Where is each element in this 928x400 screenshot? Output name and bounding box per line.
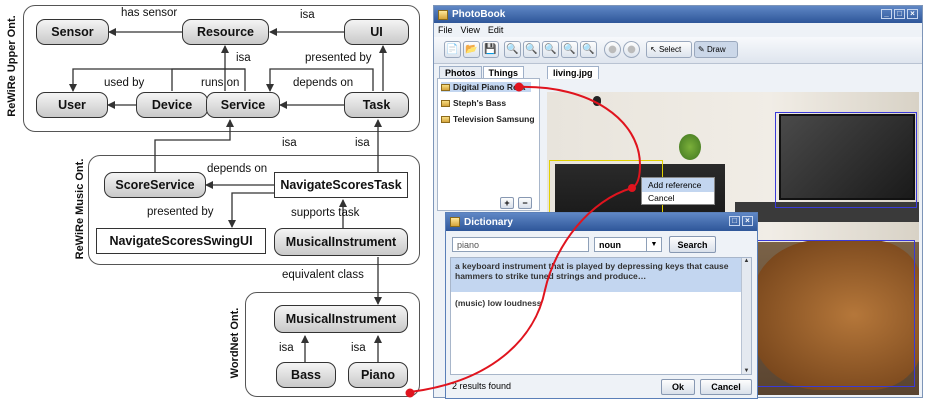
select-label: Select — [658, 45, 682, 54]
menu-item-cancel[interactable]: Cancel — [642, 192, 714, 204]
cancel-button[interactable]: Cancel — [700, 379, 752, 395]
folder-icon — [441, 83, 450, 91]
save-icon[interactable]: 💾 — [482, 41, 499, 58]
list-item[interactable]: Steph's Bass — [441, 98, 506, 108]
draw-tool-button[interactable]: ✎ Draw — [694, 41, 738, 58]
result-item[interactable]: a keyboard instrument that is played by … — [451, 258, 741, 292]
select-tool-button[interactable]: ↖ Select — [646, 41, 692, 58]
close-icon[interactable]: × — [907, 9, 918, 19]
dialog-maximize-icon[interactable]: □ — [729, 216, 740, 226]
results-scrollbar[interactable]: ▲ ▼ — [741, 258, 751, 374]
edge-label-has-sensor: has sensor — [121, 7, 178, 19]
node-ui: UI — [344, 19, 409, 45]
node-service: Service — [206, 92, 280, 118]
forward-icon[interactable]: ● — [623, 41, 640, 58]
cursor-icon: ↖ — [650, 45, 657, 54]
node-user: User — [36, 92, 108, 118]
open-folder-icon[interactable]: 📂 — [463, 41, 480, 58]
ontology-edges — [69, 28, 387, 362]
menubar: File View Edit — [434, 23, 922, 36]
edge-label-isa-ui: isa — [300, 9, 315, 21]
dictionary-title: Dictionary — [464, 216, 513, 228]
tv-annotation-box[interactable] — [775, 112, 917, 208]
node-resource: Resource — [182, 19, 269, 45]
node-sensor: Sensor — [36, 19, 109, 45]
maximize-icon[interactable]: □ — [894, 9, 905, 19]
list-item[interactable]: Television Samsung — [441, 114, 535, 124]
edge-label-presented-by-music: presented by — [147, 206, 214, 218]
context-menu: Add reference Cancel — [641, 177, 715, 205]
back-icon[interactable]: ● — [604, 41, 621, 58]
dialog-close-icon[interactable]: × — [742, 216, 753, 226]
edge-label-depends-on-upper: depends on — [293, 77, 354, 89]
menu-edit[interactable]: Edit — [488, 25, 504, 35]
results-list: a keyboard instrument that is played by … — [450, 257, 752, 375]
edge-label-isa-bass: isa — [279, 342, 294, 354]
pos-select[interactable]: noun ▼ — [594, 237, 662, 252]
node-bass: Bass — [276, 362, 336, 388]
edge-label-equivalent-class: equivalent class — [282, 269, 364, 281]
plant-shape — [679, 134, 701, 160]
ok-button[interactable]: Ok — [661, 379, 695, 395]
node-navigate-scores-swing-ui: NavigateScoresSwingUI — [96, 228, 266, 254]
zoom-out-icon[interactable]: 🔍 — [542, 41, 559, 58]
node-score-service: ScoreService — [104, 172, 206, 198]
edge-label-supports-task: supports task — [291, 207, 360, 219]
bass-annotation-box[interactable] — [753, 240, 915, 387]
edge-label-used-by: used by — [104, 77, 145, 89]
chevron-down-icon: ▼ — [646, 238, 661, 251]
dictionary-dialog: Dictionary □ × piano noun ▼ Search a key… — [445, 212, 758, 399]
remove-thing-button[interactable]: − — [518, 197, 532, 209]
menu-item-add-reference[interactable]: Add reference — [642, 178, 714, 192]
edge-label-isa-score-service: isa — [282, 137, 297, 149]
folder-icon — [441, 99, 450, 107]
list-item[interactable]: Digital Piano Rola — [441, 82, 532, 92]
search-input[interactable]: piano — [452, 237, 589, 252]
draw-label: Draw — [706, 45, 726, 54]
node-musical-instrument-music: MusicalInstrument — [274, 228, 408, 256]
node-musical-instrument-wordnet: MusicalInstrument — [274, 305, 408, 333]
folder-icon — [441, 115, 450, 123]
zoom-icon[interactable]: 🔍 — [504, 41, 521, 58]
status-text: 2 results found — [452, 381, 512, 391]
pencil-icon: ✎ — [698, 45, 705, 54]
photobook-title: PhotoBook — [452, 9, 506, 20]
edge-label-isa-service: isa — [236, 52, 251, 64]
search-button[interactable]: Search — [669, 236, 716, 253]
edge-label-isa-piano: isa — [351, 342, 366, 354]
edge-label-depends-on-music: depends on — [207, 163, 268, 175]
node-piano: Piano — [348, 362, 408, 388]
image-tabs: living.jpg — [547, 66, 600, 79]
add-thing-button[interactable]: + — [500, 197, 514, 209]
things-list: Digital Piano Rola Steph's Bass Televisi… — [437, 78, 540, 211]
scroll-down-icon[interactable]: ▼ — [742, 368, 751, 374]
new-file-icon[interactable]: 📄 — [444, 41, 461, 58]
node-navigate-scores-task: NavigateScoresTask — [274, 172, 408, 198]
result-item[interactable]: (music) low loudness — [455, 298, 541, 308]
zoom-actual-icon[interactable]: 🔍 — [580, 41, 597, 58]
node-device: Device — [136, 92, 208, 118]
zoom-in-icon[interactable]: 🔍 — [523, 41, 540, 58]
edge-label-runs-on: runs on — [201, 77, 240, 89]
photobook-app-icon — [438, 9, 448, 20]
menu-view[interactable]: View — [461, 25, 480, 35]
dictionary-titlebar[interactable]: Dictionary □ × — [446, 213, 757, 231]
minimize-icon[interactable]: _ — [881, 9, 892, 19]
edge-label-presented-by-upper: presented by — [305, 52, 372, 64]
lamp-shape — [593, 96, 601, 106]
menu-file[interactable]: File — [438, 25, 453, 35]
photobook-titlebar[interactable]: PhotoBook _ □ × — [434, 6, 922, 23]
toolbar: 📄 📂 💾 🔍 🔍 🔍 🔍 🔍 ● ● ↖ Select ✎ Draw — [434, 37, 922, 64]
zoom-fit-icon[interactable]: 🔍 — [561, 41, 578, 58]
edge-label-isa-navigate-task: isa — [355, 137, 370, 149]
node-task: Task — [344, 92, 409, 118]
scroll-up-icon[interactable]: ▲ — [742, 258, 751, 264]
dictionary-app-icon — [450, 217, 460, 227]
tab-living-jpg[interactable]: living.jpg — [547, 66, 599, 79]
